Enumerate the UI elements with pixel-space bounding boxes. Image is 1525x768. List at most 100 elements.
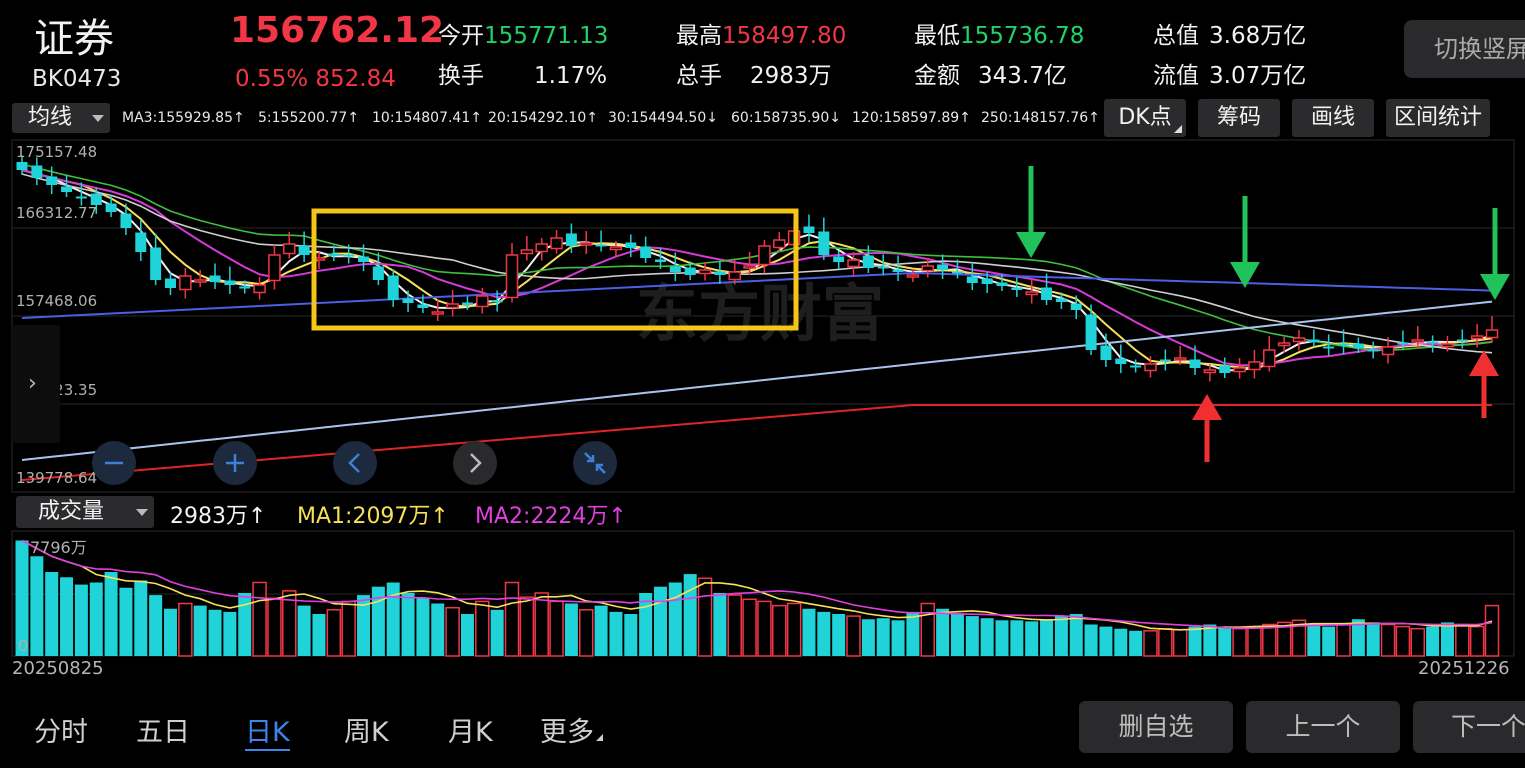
zoom-in-button[interactable]: [213, 441, 257, 485]
candle-body: [476, 295, 489, 308]
candle-body: [417, 304, 429, 308]
volume-bar: [178, 602, 193, 657]
candle-body: [1070, 303, 1082, 310]
volume-bar: [490, 609, 504, 656]
volume-bar: [727, 594, 742, 657]
candle-body: [1248, 361, 1261, 371]
volume-bar: [936, 608, 950, 656]
candle-body: [1085, 314, 1097, 350]
candle-body: [268, 254, 281, 282]
volume-bar: [223, 611, 237, 656]
volume-bar: [697, 577, 713, 657]
end-date: 20251226: [1418, 658, 1510, 679]
volume-bar: [713, 593, 727, 656]
watermark: 东方财富: [636, 277, 884, 350]
volume-bar: [208, 609, 222, 656]
candle-body: [1323, 346, 1335, 349]
candle-body: [520, 249, 534, 255]
volume-bar: [89, 582, 103, 656]
candle-body: [669, 266, 681, 272]
volume-bar: [1484, 604, 1500, 657]
candle-body: [431, 311, 445, 315]
candle-body: [1144, 363, 1157, 372]
candle-body: [75, 196, 87, 199]
volume-bar: [1040, 619, 1054, 656]
zoom-out-button[interactable]: [92, 441, 136, 485]
scroll-left-button[interactable]: [333, 441, 377, 485]
expand-handle[interactable]: ›: [12, 325, 60, 443]
candle-body: [1308, 339, 1320, 342]
tab-intraday[interactable]: 分时: [34, 710, 88, 749]
dropdown-icon: [136, 509, 148, 516]
chevron-right-icon: [470, 453, 482, 473]
previous-button[interactable]: 上一个: [1246, 701, 1400, 753]
reset-zoom-button[interactable]: [573, 441, 617, 485]
volume-ma2: MA2:2224万↑: [475, 504, 627, 529]
tab-daily-k[interactable]: 日K: [245, 710, 290, 751]
volume-bar: [1129, 630, 1143, 656]
tab-five-day[interactable]: 五日: [136, 710, 190, 749]
start-date: 20250825: [12, 658, 104, 679]
candle-body: [1233, 367, 1246, 373]
tab-monthly-k[interactable]: 月K: [448, 710, 493, 749]
candle-body: [1055, 298, 1067, 302]
candle-body: [698, 269, 712, 275]
candle-body: [1338, 343, 1350, 346]
candle-body: [728, 271, 741, 281]
volume-bar: [1114, 628, 1128, 656]
candle-body: [892, 269, 904, 272]
volume-bar: [534, 592, 549, 657]
volume-bar: [1084, 624, 1098, 656]
volume-bar: [965, 616, 979, 656]
volume-bar: [1380, 623, 1396, 657]
volume-bar: [326, 609, 342, 657]
candle-body: [387, 275, 399, 300]
candle-body: [224, 280, 236, 285]
candle-body: [550, 237, 563, 250]
candle-body: [714, 271, 726, 275]
chart-grid: [11, 139, 1515, 657]
candle-body: [758, 245, 771, 266]
volume-bar: [401, 593, 415, 656]
volume-indicator-select[interactable]: 成交量: [16, 496, 154, 528]
volume-current: 2983万↑: [170, 504, 267, 529]
candle-body: [105, 203, 117, 212]
next-button[interactable]: 下一个: [1413, 701, 1525, 753]
volume-bar: [460, 614, 474, 656]
candle-body: [253, 284, 266, 294]
volume-bar: [846, 615, 861, 657]
volume-bar: [1262, 623, 1277, 657]
kline-chart[interactable]: 东方财富: [0, 0, 1525, 768]
volume-bar: [30, 556, 44, 656]
price-axis-label: 157468.06: [16, 292, 98, 310]
candle-body: [833, 256, 845, 262]
arrow-up-icon: [1469, 350, 1499, 376]
candle-body: [461, 302, 473, 305]
plus-icon: [226, 454, 244, 472]
candle-body: [46, 176, 58, 185]
tab-weekly-k[interactable]: 周K: [344, 710, 389, 749]
candle-body: [877, 266, 889, 269]
candle-body: [1263, 349, 1276, 368]
corner-icon: [596, 734, 603, 741]
remove-favorite-button[interactable]: 删自选: [1079, 701, 1233, 753]
volume-bar: [578, 609, 594, 657]
chevron-right-icon: ›: [28, 371, 37, 396]
volume-bar: [519, 596, 535, 657]
scroll-right-button[interactable]: [453, 441, 497, 485]
arrow-down-icon: [1016, 232, 1046, 258]
candle-body: [773, 239, 786, 249]
candle-body: [743, 265, 756, 269]
candle-body: [921, 265, 935, 272]
candle-body: [179, 275, 192, 291]
volume-bar: [609, 611, 623, 656]
volume-bar: [1188, 626, 1202, 656]
candle-body: [1456, 339, 1468, 342]
candle-body: [1367, 349, 1379, 352]
candle-body: [239, 286, 251, 289]
volume-bar: [980, 618, 994, 656]
candle-body: [1189, 359, 1201, 368]
candle-body: [446, 303, 459, 309]
price-axis-label: 175157.48: [16, 143, 98, 161]
tab-more[interactable]: 更多: [540, 710, 603, 749]
